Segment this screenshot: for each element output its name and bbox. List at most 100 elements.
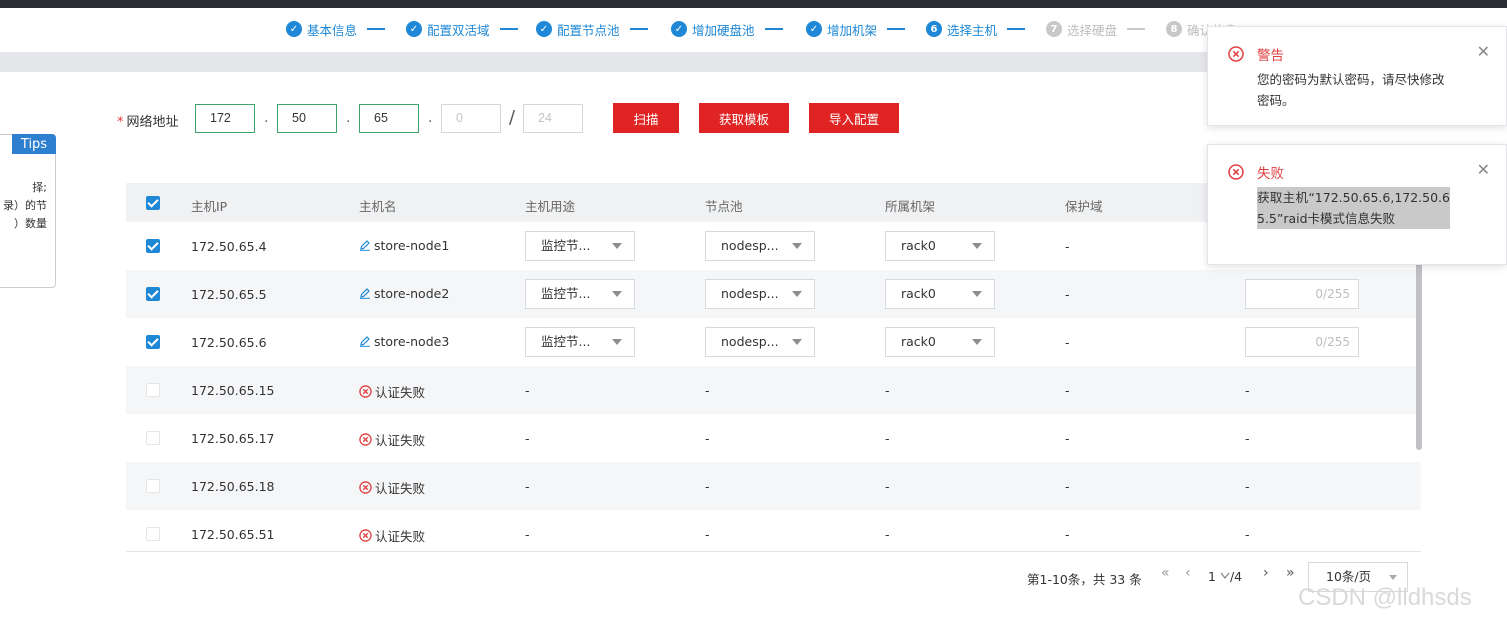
hostname-editable[interactable]: store-node3 <box>359 334 449 349</box>
get-template-button[interactable]: 获取模板 <box>699 103 789 133</box>
ip-octet-4-input[interactable]: 0 <box>441 104 501 133</box>
step-rack[interactable]: ✓ 增加机架 <box>806 20 906 38</box>
last-page-button[interactable]: » <box>1286 565 1295 581</box>
tips-line: ）数量 <box>14 217 47 230</box>
select-all-checkbox[interactable] <box>146 196 160 210</box>
network-address-label: * 网络地址 <box>117 111 179 130</box>
rack: - <box>885 431 890 446</box>
table-row[interactable]: 172.50.65.18 认证失败 - - - - - <box>126 462 1421 510</box>
network-label-text: 网络地址 <box>126 115 179 130</box>
row-checkbox[interactable] <box>146 383 160 397</box>
rack-select[interactable]: rack0 <box>885 231 995 261</box>
step-basic-info[interactable]: ✓ 基本信息 <box>286 20 386 38</box>
rack-select[interactable]: rack0 <box>885 327 995 357</box>
column-header-protection-domain[interactable]: 保护域 <box>1065 196 1103 215</box>
chevron-down-icon <box>612 291 622 297</box>
toast-message: 您的密码为默认密码，请尽快修改密码。 <box>1257 72 1445 108</box>
step-disk-pool[interactable]: ✓ 增加硬盘池 <box>671 20 783 38</box>
step-select-host[interactable]: 6 选择主机 <box>926 20 1026 38</box>
host-usage-select[interactable]: 监控节... <box>525 231 635 261</box>
hostname-editable[interactable]: store-node1 <box>359 238 449 253</box>
step-label: 选择主机 <box>947 22 998 38</box>
column-header-hostname[interactable]: 主机名 <box>359 196 397 215</box>
import-config-button[interactable]: 导入配置 <box>809 103 899 133</box>
edit-pen-icon[interactable] <box>359 239 371 251</box>
column-header-rack[interactable]: 所属机架 <box>885 196 935 215</box>
close-icon[interactable]: ✕ <box>1477 42 1490 61</box>
column-header-usage[interactable]: 主机用途 <box>525 196 575 215</box>
check-circle-icon: ✓ <box>671 21 687 37</box>
mask-separator: / <box>509 107 516 128</box>
column-header-ip[interactable]: 主机IP <box>191 196 227 215</box>
node-pool-select[interactable]: nodesp... <box>705 327 815 357</box>
row-checkbox[interactable] <box>146 479 160 493</box>
disk-count: - <box>1245 527 1250 542</box>
auth-status: 认证失败 <box>359 478 425 497</box>
first-page-button[interactable]: « <box>1161 565 1170 581</box>
tips-title: Tips <box>12 134 56 154</box>
toast-title: 失败 <box>1257 166 1284 182</box>
host-usage-select[interactable]: 监控节... <box>525 327 635 357</box>
step-connector <box>499 28 518 30</box>
node-pool: - <box>705 431 710 446</box>
table-row[interactable]: 172.50.65.15 认证失败 - - - - - <box>126 366 1421 414</box>
close-icon[interactable]: ✕ <box>1477 160 1490 179</box>
disk-count-input[interactable]: 0/255 <box>1245 279 1359 309</box>
node-pool: - <box>705 479 710 494</box>
row-checkbox[interactable] <box>146 287 160 301</box>
toast-title: 警告 <box>1257 48 1284 64</box>
prev-page-button[interactable]: ‹ <box>1185 565 1191 581</box>
auth-status: 认证失败 <box>359 526 425 545</box>
scan-button[interactable]: 扫描 <box>613 103 679 133</box>
check-circle-icon: ✓ <box>806 21 822 37</box>
rack: - <box>885 383 890 398</box>
table-row[interactable]: 172.50.65.6 store-node3 监控节... nodesp... rac… <box>126 318 1421 366</box>
chevron-down-icon <box>1220 572 1230 580</box>
protection-domain: - <box>1065 383 1070 398</box>
host-ip: 172.50.65.15 <box>191 383 275 398</box>
chevron-down-icon <box>792 339 802 345</box>
ip-octet-2-input[interactable]: 50 <box>277 104 337 133</box>
step-dual-active-domain[interactable]: ✓ 配置双活域 <box>406 20 518 38</box>
select-value: nodesp... <box>721 238 779 253</box>
chevron-down-icon <box>972 243 982 249</box>
ip-octet-1-input[interactable]: 172 <box>195 104 255 133</box>
rack-select[interactable]: rack0 <box>885 279 995 309</box>
disk-count-input[interactable]: 0/255 <box>1245 327 1359 357</box>
host-ip: 172.50.65.17 <box>191 431 275 446</box>
row-checkbox[interactable] <box>146 431 160 445</box>
ip-octet-3-input[interactable]: 65 <box>359 104 419 133</box>
step-label: 配置双活域 <box>427 22 490 38</box>
required-mark: * <box>117 115 124 130</box>
host-usage: - <box>525 383 530 398</box>
total-pages: /4 <box>1229 569 1243 584</box>
error-circle-icon <box>359 433 372 446</box>
next-page-button[interactable]: › <box>1263 565 1269 581</box>
netmask-input[interactable]: 24 <box>523 104 583 133</box>
row-checkbox[interactable] <box>146 335 160 349</box>
node-pool: - <box>705 383 710 398</box>
column-header-node-pool[interactable]: 节点池 <box>705 196 743 215</box>
step-label: 增加机架 <box>827 22 878 38</box>
chevron-down-icon <box>612 339 622 345</box>
step-node-pool[interactable]: ✓ 配置节点池 <box>536 20 648 38</box>
row-checkbox[interactable] <box>146 239 160 253</box>
check-circle-icon: ✓ <box>406 21 422 37</box>
edit-pen-icon[interactable] <box>359 335 371 347</box>
chevron-down-icon <box>1389 575 1397 580</box>
step-number: 8 <box>1166 21 1182 37</box>
hostname-editable[interactable]: store-node2 <box>359 286 449 301</box>
node-pool-select[interactable]: nodesp... <box>705 279 815 309</box>
host-usage-select[interactable]: 监控节... <box>525 279 635 309</box>
warning-toast: 警告 ✕ 您的密码为默认密码，请尽快修改密码。 <box>1207 26 1507 126</box>
current-page-select[interactable]: 1 /4 <box>1208 569 1242 584</box>
table-scrollbar-thumb[interactable] <box>1416 260 1422 450</box>
auth-fail-text: 认证失败 <box>375 433 426 448</box>
table-row[interactable]: 172.50.65.5 store-node2 监控节... nodesp... rac… <box>126 270 1421 318</box>
host-usage: - <box>525 527 530 542</box>
node-pool-select[interactable]: nodesp... <box>705 231 815 261</box>
chevron-down-icon <box>972 291 982 297</box>
edit-pen-icon[interactable] <box>359 287 371 299</box>
row-checkbox[interactable] <box>146 527 160 541</box>
table-row[interactable]: 172.50.65.17 认证失败 - - - - - <box>126 414 1421 462</box>
